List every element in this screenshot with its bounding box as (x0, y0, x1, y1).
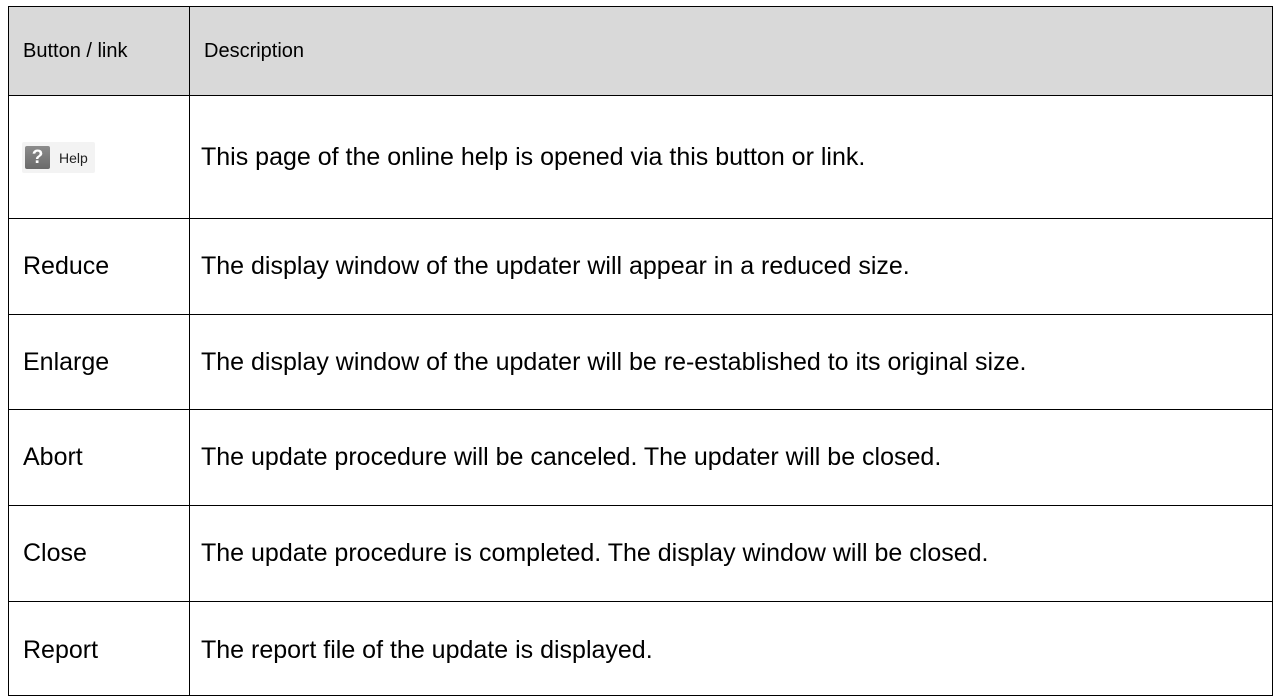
table-row: Report The report file of the update is … (8, 600, 1273, 696)
question-mark-icon: ? (25, 146, 50, 170)
report-description: The report file of the update is display… (189, 600, 1273, 696)
enlarge-description: The display window of the updater will b… (189, 313, 1273, 411)
table-row: Abort The update procedure will be cance… (8, 409, 1273, 507)
table-row: Enlarge The display window of the update… (8, 313, 1273, 411)
header-button-link: Button / link (8, 6, 190, 96)
reduce-description: The display window of the updater will a… (189, 218, 1273, 315)
close-button-name: Close (8, 505, 190, 602)
close-description: The update procedure is completed. The d… (189, 505, 1273, 602)
help-button-cell: ? Help (8, 94, 190, 220)
help-button[interactable]: ? Help (22, 142, 95, 174)
table-row: Close The update procedure is completed.… (8, 505, 1273, 602)
abort-button-name: Abort (8, 409, 190, 507)
help-button-label: Help (59, 149, 88, 166)
enlarge-button-name: Enlarge (8, 313, 190, 411)
table-header-row: Button / link Description (8, 6, 1273, 96)
reduce-button-name: Reduce (8, 218, 190, 315)
table-row: ? Help This page of the online help is o… (8, 94, 1273, 220)
table-row: Reduce The display window of the updater… (8, 218, 1273, 315)
report-button-name: Report (8, 600, 190, 696)
abort-description: The update procedure will be canceled. T… (189, 409, 1273, 507)
help-description: This page of the online help is opened v… (189, 94, 1273, 220)
header-description: Description (189, 6, 1273, 96)
button-description-table: Button / link Description ? Help This pa… (8, 6, 1273, 696)
